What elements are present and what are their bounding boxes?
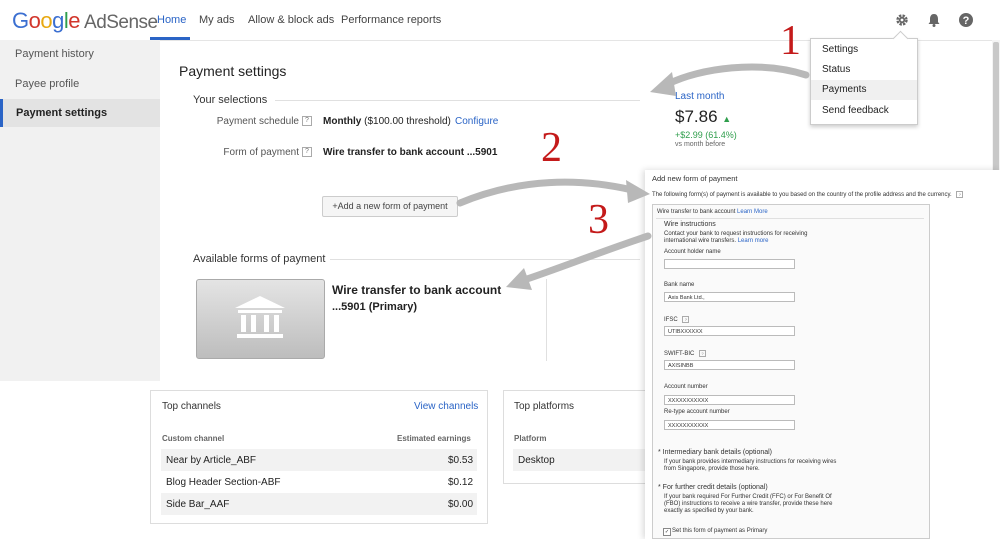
- annotation-number-1: 1: [780, 18, 801, 64]
- annotation-number-2: 2: [541, 125, 562, 171]
- annotation-arrows: [456, 63, 810, 290]
- annotation-number-3: 3: [588, 197, 609, 243]
